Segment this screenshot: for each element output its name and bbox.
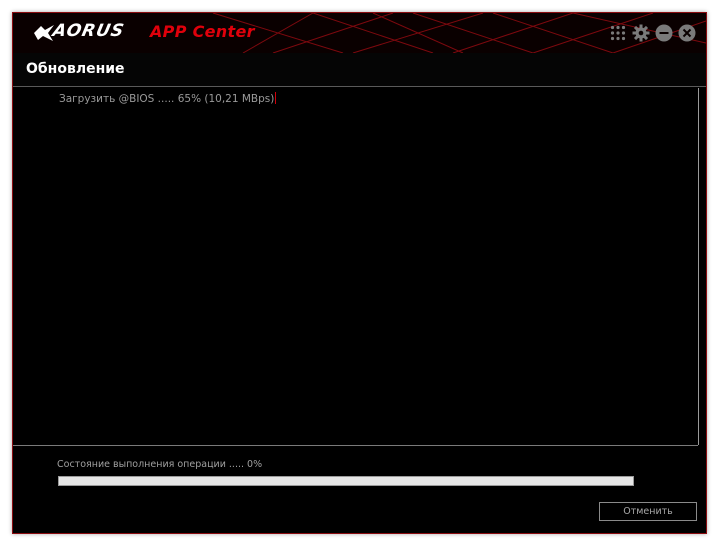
minimize-icon[interactable] bbox=[654, 23, 673, 42]
brand-name: AORUS bbox=[50, 21, 127, 41]
operation-progress-bar bbox=[58, 476, 634, 486]
gear-icon[interactable] bbox=[631, 23, 650, 42]
close-icon[interactable] bbox=[677, 23, 696, 42]
footer: Состояние выполнения операции ..... 0% О… bbox=[13, 446, 706, 533]
title-bar-controls bbox=[608, 23, 696, 42]
operation-status: Состояние выполнения операции ..... 0% bbox=[57, 459, 263, 470]
log-scrollbar[interactable] bbox=[698, 88, 706, 445]
cancel-button[interactable]: Отменить bbox=[599, 502, 697, 521]
log-line: Загрузить @BIOS ..... 65% (10,21 MBps) bbox=[59, 92, 277, 105]
app-window: AORUS APP Center Обновление Загрузить @B… bbox=[12, 12, 707, 534]
page-title: Обновление bbox=[26, 61, 125, 77]
apps-grid-icon[interactable] bbox=[608, 23, 627, 42]
app-title: APP Center bbox=[150, 22, 255, 41]
section-header: Обновление bbox=[13, 53, 706, 87]
title-bar[interactable]: AORUS APP Center bbox=[13, 13, 706, 53]
text-caret bbox=[275, 92, 277, 104]
update-log: Загрузить @BIOS ..... 65% (10,21 MBps) bbox=[13, 88, 698, 446]
log-line-text: Загрузить @BIOS ..... 65% (10,21 MBps) bbox=[59, 93, 275, 105]
